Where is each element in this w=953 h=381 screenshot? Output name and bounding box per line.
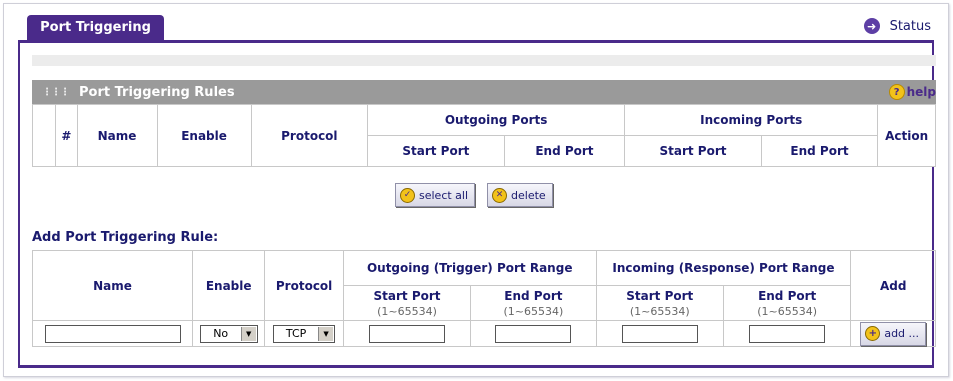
- rules-col-outgoing: Outgoing Ports: [367, 104, 626, 136]
- rules-section-header: ⋮⋮⋮ Port Triggering Rules ? help: [32, 80, 936, 104]
- rules-section-title: Port Triggering Rules: [79, 84, 235, 100]
- add-col-add: Add: [850, 250, 936, 321]
- in-end-header: End Port: [758, 288, 817, 303]
- add-cell-out-start: [342, 320, 472, 347]
- in-start-header: Start Port: [626, 288, 694, 303]
- add-col-in-end: End Port (1~65534): [722, 285, 852, 321]
- rules-col-out-end: End Port: [503, 135, 626, 167]
- chevron-down-icon: ▼: [318, 326, 334, 341]
- grip-icon: ⋮⋮⋮: [42, 86, 70, 98]
- rules-col-protocol: Protocol: [250, 104, 369, 167]
- question-icon: ?: [888, 84, 905, 100]
- rules-col-action: Action: [877, 104, 936, 167]
- add-col-outgoing: Outgoing (Trigger) Port Range: [342, 250, 597, 286]
- delete-label: delete: [511, 188, 546, 202]
- rules-button-row: ✓ select all ✕ delete: [395, 183, 553, 207]
- add-rule-table: Name Enable Protocol Outgoing (Trigger) …: [32, 250, 936, 347]
- rules-col-hash: #: [55, 104, 78, 167]
- in-start-port-input[interactable]: [621, 324, 698, 343]
- tab-port-triggering[interactable]: Port Triggering: [27, 15, 164, 40]
- select-all-label: select all: [419, 188, 469, 202]
- rules-col-enable: Enable: [156, 104, 252, 167]
- add-cell-out-end: [470, 320, 597, 347]
- add-cell-in-start: [595, 320, 724, 347]
- out-start-port-input[interactable]: [369, 324, 446, 343]
- rules-col-select: [31, 104, 57, 167]
- in-end-range: (1~65534): [757, 304, 818, 318]
- enable-select-value: No: [213, 327, 229, 340]
- rules-col-name: Name: [76, 104, 158, 167]
- add-button[interactable]: + add ...: [860, 321, 927, 346]
- out-start-range: (1~65534): [377, 304, 437, 318]
- rules-col-incoming: Incoming Ports: [624, 104, 879, 136]
- add-cell-name: [32, 320, 193, 347]
- check-icon: ✓: [400, 187, 415, 203]
- rules-col-in-end: End Port: [760, 135, 879, 167]
- help-label[interactable]: help: [907, 85, 936, 99]
- message-bar: [32, 55, 936, 66]
- add-col-out-end: End Port (1~65534): [470, 285, 597, 321]
- add-col-out-start: Start Port (1~65534): [342, 285, 472, 321]
- in-start-range: (1~65534): [629, 304, 690, 318]
- add-rule-title: Add Port Triggering Rule:: [32, 230, 219, 245]
- help-link[interactable]: ? help: [888, 84, 936, 100]
- status-link-label[interactable]: Status: [890, 19, 931, 34]
- status-link[interactable]: ➜ Status: [863, 18, 931, 34]
- add-col-name: Name: [32, 250, 193, 321]
- add-col-incoming: Incoming (Response) Port Range: [595, 250, 852, 286]
- add-cell-protocol: TCP ▼: [264, 320, 344, 347]
- delete-button[interactable]: ✕ delete: [487, 183, 553, 207]
- rule-name-input[interactable]: [44, 324, 181, 343]
- select-all-button[interactable]: ✓ select all: [395, 183, 476, 207]
- add-cell-in-end: [722, 320, 852, 347]
- out-end-header: End Port: [504, 288, 563, 303]
- out-end-port-input[interactable]: [495, 324, 572, 343]
- add-col-enable: Enable: [191, 250, 266, 321]
- plus-icon: +: [865, 326, 881, 341]
- enable-select[interactable]: No ▼: [199, 324, 258, 343]
- arrow-right-icon: ➜: [863, 18, 880, 34]
- add-col-protocol: Protocol: [264, 250, 344, 321]
- rules-table: # Name Enable Protocol Outgoing Ports In…: [31, 104, 936, 167]
- close-icon: ✕: [492, 187, 508, 203]
- add-cell-enable: No ▼: [191, 320, 266, 347]
- add-col-in-start: Start Port (1~65534): [595, 285, 724, 321]
- rules-col-in-start: Start Port: [624, 135, 762, 167]
- add-button-label: add ...: [884, 327, 920, 340]
- out-start-header: Start Port: [373, 288, 441, 303]
- protocol-select[interactable]: TCP ▼: [273, 324, 336, 343]
- out-end-range: (1~65534): [503, 304, 564, 318]
- protocol-select-value: TCP: [285, 327, 307, 340]
- add-cell-add: + add ...: [850, 320, 936, 347]
- in-end-port-input[interactable]: [749, 324, 826, 343]
- rules-col-out-start: Start Port: [367, 135, 505, 167]
- chevron-down-icon: ▼: [240, 326, 256, 341]
